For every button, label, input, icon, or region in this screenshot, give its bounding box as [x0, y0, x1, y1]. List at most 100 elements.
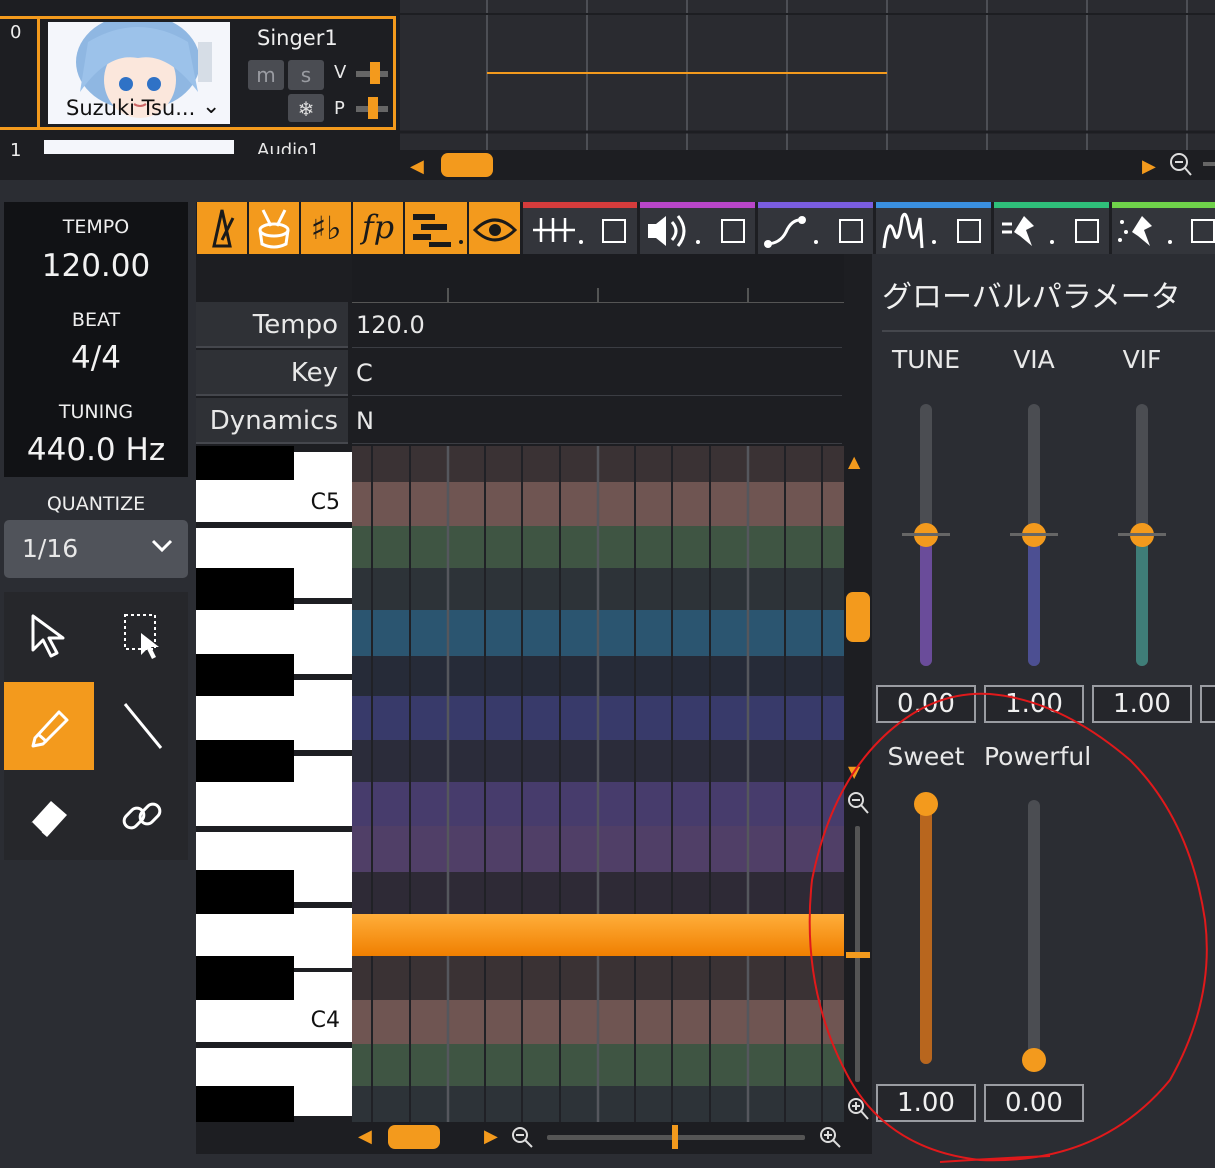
eye-icon[interactable] — [469, 202, 520, 254]
arrangement-grid[interactable] — [400, 0, 1215, 150]
next-value-input-partial[interactable] — [1200, 685, 1215, 723]
global-params-title: グローバルパラメータ — [882, 280, 1181, 315]
tempo-value[interactable]: 120.00 — [4, 248, 188, 284]
zoom-out-icon[interactable] — [1168, 150, 1194, 182]
tune-center-mark — [902, 533, 950, 536]
dynamics-param-label: Dynamics — [196, 398, 348, 444]
tab-voice-effect-1[interactable] — [994, 202, 1109, 254]
scroll-up-icon[interactable]: ▲ — [848, 452, 860, 471]
via-slider-fill — [1028, 535, 1040, 666]
tune-value-input[interactable]: 0.00 — [876, 685, 976, 723]
arrangement-gridlines — [400, 0, 1215, 150]
scroll-left-icon[interactable]: ◀ — [410, 156, 424, 177]
zoom-slider[interactable] — [1203, 162, 1215, 166]
tab-volume[interactable] — [640, 202, 755, 254]
scroll-down-icon[interactable]: ▼ — [848, 762, 860, 781]
zoom-out-icon[interactable] — [510, 1124, 536, 1154]
quantize-select[interactable]: 1/16 — [4, 520, 188, 578]
drum-icon[interactable] — [249, 202, 299, 254]
dynamics-param-value[interactable]: N — [352, 398, 842, 444]
beat-value[interactable]: 4/4 — [4, 340, 188, 376]
singer-name[interactable]: Singer1 — [257, 26, 338, 50]
metronome-icon[interactable] — [197, 202, 247, 254]
select-arrow-icon[interactable] — [4, 592, 94, 680]
volume-label: V — [334, 62, 347, 83]
piano-roll-view-icon[interactable] — [405, 202, 467, 254]
beat-label: BEAT — [71, 309, 121, 331]
note-block[interactable] — [352, 914, 844, 956]
vertical-scroll-thumb[interactable] — [846, 592, 870, 642]
singer-avatar[interactable]: Suzuki Tsu... ⌄ — [48, 22, 230, 124]
chevron-down-icon — [150, 538, 174, 558]
tune-label: TUNE — [891, 345, 961, 374]
powerful-slider-track[interactable] — [1028, 800, 1040, 1064]
tool-palette — [4, 592, 188, 860]
tab-pitch-curve[interactable] — [758, 202, 873, 254]
pencil-icon[interactable] — [4, 682, 94, 770]
key-param-value[interactable]: C — [352, 350, 842, 396]
piano-keyboard[interactable]: C5 C4 — [196, 446, 352, 1122]
key-param-label: Key — [196, 350, 348, 396]
key-label-c5: C5 — [310, 490, 340, 515]
eraser-icon[interactable] — [4, 772, 94, 860]
volume-slider-handle[interactable] — [370, 62, 380, 84]
link-icon[interactable] — [98, 772, 188, 860]
powerful-label: Powerful — [984, 742, 1092, 771]
track-area: 0 Suzuki Tsu... ⌄ Singer1 m s ❄ V P 1 Au… — [0, 0, 1215, 180]
tempo-panel: TEMPO 120.00 BEAT 4/4 TUNING 440.0 Hz — [4, 202, 188, 477]
key-label-c4: C4 — [310, 1008, 340, 1033]
powerful-slider-handle[interactable] — [1022, 1048, 1046, 1072]
zoom-out-icon[interactable] — [846, 790, 870, 820]
scroll-right-icon[interactable]: ▶ — [1142, 156, 1156, 177]
vif-value-input[interactable]: 1.00 — [1092, 685, 1192, 723]
piano-roll-hscroll-thumb[interactable] — [388, 1125, 440, 1149]
mute-button[interactable]: m — [248, 60, 284, 90]
note-grid-lanes — [352, 446, 844, 1122]
dynamics-icon[interactable]: fp — [353, 202, 403, 254]
tuning-value[interactable]: 440.0 Hz — [4, 432, 188, 468]
freeze-icon[interactable]: ❄ — [288, 94, 324, 122]
powerful-value-input[interactable]: 0.00 — [984, 1084, 1084, 1122]
rect-select-icon[interactable] — [98, 592, 188, 680]
horizontal-scroll-thumb[interactable] — [441, 153, 493, 177]
quantize-value: 1/16 — [22, 534, 79, 563]
quantize-label: QUANTIZE — [46, 493, 146, 515]
vif-center-mark — [1118, 533, 1166, 536]
via-label: VIA — [1013, 345, 1055, 374]
via-center-mark — [1010, 533, 1058, 536]
timeline-ruler[interactable] — [352, 254, 844, 303]
line-icon[interactable] — [98, 682, 188, 770]
note-grid[interactable] — [352, 446, 844, 1122]
sweet-label: Sweet — [887, 742, 965, 771]
chevron-down-icon[interactable]: ⌄ — [202, 94, 220, 119]
via-value-input[interactable]: 1.00 — [984, 685, 1084, 723]
key-signature-icon[interactable]: ♯♭ — [301, 202, 351, 254]
tab-voice-effect-2[interactable] — [1112, 202, 1215, 254]
powerful-slider[interactable] — [1022, 800, 1046, 1072]
tempo-param-value[interactable]: 120.0 — [352, 302, 842, 348]
audio-track-name[interactable]: Audio1 — [257, 140, 320, 154]
solo-button[interactable]: s — [288, 60, 324, 90]
track-divider — [37, 16, 40, 130]
vif-slider-fill — [1136, 535, 1148, 666]
sweet-slider-handle[interactable] — [914, 792, 938, 816]
vertical-zoom-handle[interactable] — [846, 952, 870, 958]
tempo-label: TEMPO — [62, 216, 130, 238]
sweet-slider[interactable] — [914, 792, 938, 1064]
tab-pitch-lines[interactable] — [523, 202, 637, 254]
tuning-label: TUNING — [58, 401, 134, 423]
tab-vibrato[interactable] — [876, 202, 991, 254]
voice-name: Suzuki Tsu... — [66, 96, 196, 120]
pan-label: P — [334, 98, 345, 119]
tempo-param-label: Tempo — [196, 302, 348, 348]
sweet-value-input[interactable]: 1.00 — [876, 1084, 976, 1122]
track-number: 1 — [10, 140, 22, 161]
tune-slider-fill — [920, 535, 932, 666]
zoom-in-icon[interactable] — [818, 1124, 844, 1154]
title-divider — [882, 330, 1215, 332]
horizontal-zoom-handle[interactable] — [672, 1125, 678, 1149]
scroll-right-icon[interactable]: ▶ — [484, 1126, 498, 1147]
scroll-left-icon[interactable]: ◀ — [358, 1126, 372, 1147]
pan-slider-handle[interactable] — [368, 97, 378, 119]
audio-track-thumb[interactable] — [44, 140, 234, 154]
